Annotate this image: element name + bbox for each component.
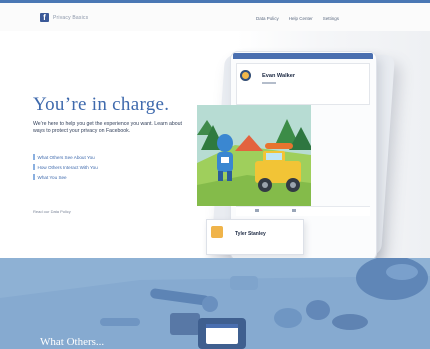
post-author-avatar-2 bbox=[211, 226, 223, 238]
hero-intro-text: We’re here to help you get the experienc… bbox=[33, 121, 182, 135]
bowl-object bbox=[332, 314, 368, 330]
globe-highlight bbox=[386, 264, 418, 280]
kayak-on-roof bbox=[265, 143, 293, 149]
feed-post-card bbox=[236, 63, 370, 105]
link-bullet-icon bbox=[33, 164, 35, 170]
globe-object bbox=[356, 258, 428, 300]
topic-link-label: What Others See About You bbox=[37, 154, 95, 160]
post-author-name-2: Tyler Stanley bbox=[235, 231, 266, 237]
like-icon bbox=[255, 209, 259, 212]
character-leg bbox=[218, 171, 223, 181]
link-bullet-icon bbox=[33, 154, 35, 160]
top-nav: f Privacy Basics Data Policy Help Center… bbox=[0, 3, 430, 31]
brand-logo[interactable]: f Privacy Basics bbox=[40, 13, 88, 22]
phone-object-header bbox=[206, 324, 238, 328]
topic-link-label: How Others Interact With You bbox=[37, 164, 98, 170]
cup-object bbox=[230, 276, 258, 290]
pen-cap bbox=[202, 296, 218, 312]
section-title-what-others: What Others... bbox=[40, 336, 105, 348]
topic-link-what-you-see[interactable]: What You See bbox=[33, 172, 183, 182]
nav-links: Data Policy Help Center Settings bbox=[256, 16, 339, 21]
topic-link-how-others-interact[interactable]: How Others Interact With You bbox=[33, 162, 183, 172]
character-shirt bbox=[221, 157, 229, 163]
post-author-avatar bbox=[240, 70, 251, 81]
jeep-window bbox=[266, 153, 282, 160]
topic-link-label: What You See bbox=[37, 174, 67, 180]
topic-link-what-others-see[interactable]: What Others See About You bbox=[33, 152, 183, 162]
jeep-hubcap bbox=[290, 182, 296, 188]
phone-app-header bbox=[233, 53, 373, 59]
ball-object bbox=[306, 300, 330, 320]
comment-icon bbox=[292, 209, 296, 212]
post-author-name: Evan Walker bbox=[262, 73, 296, 79]
hero-headline: You’re in charge. bbox=[33, 94, 170, 115]
link-bullet-icon bbox=[33, 174, 35, 180]
dish-object bbox=[274, 308, 302, 328]
brand-name: Privacy Basics bbox=[53, 14, 89, 21]
tube-object bbox=[100, 318, 140, 326]
topic-links: What Others See About You How Others Int… bbox=[33, 152, 183, 182]
character-head bbox=[217, 134, 233, 152]
camping-scene-illustration bbox=[197, 105, 311, 206]
nav-link-data-policy[interactable]: Data Policy bbox=[256, 16, 279, 21]
data-policy-link[interactable]: Read our Data Policy bbox=[33, 209, 71, 214]
book-object bbox=[170, 313, 200, 335]
character-leg bbox=[227, 171, 232, 181]
facebook-logo-icon: f bbox=[40, 13, 49, 22]
nav-link-settings[interactable]: Settings bbox=[323, 16, 339, 21]
nav-link-help-center[interactable]: Help Center bbox=[289, 16, 313, 21]
jeep-hubcap bbox=[262, 182, 268, 188]
post-meta-line bbox=[262, 82, 276, 84]
